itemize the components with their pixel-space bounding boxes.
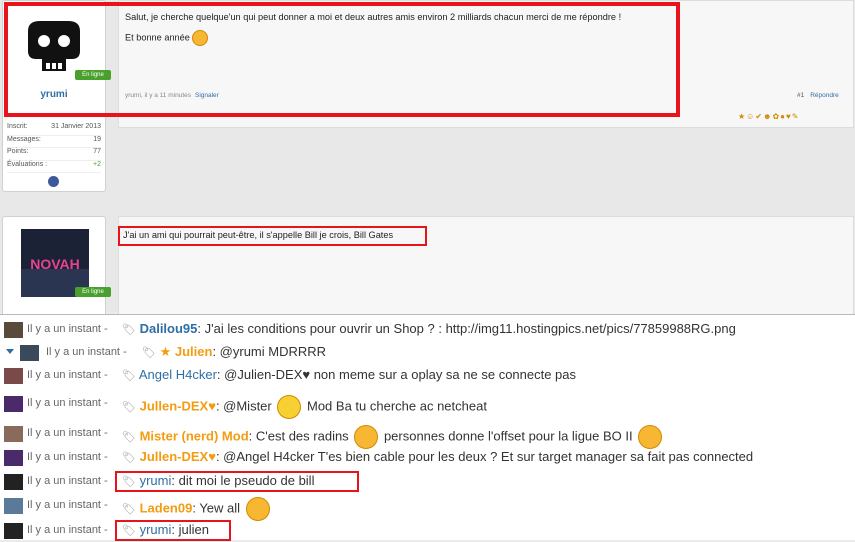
chat-row: Il y a un instant - 🏷 Jullen-DEX♥: @Mist… <box>0 393 855 419</box>
post-1: En ligne yrumi Inscrit: 31 Janvier 2013 M… <box>0 0 855 200</box>
chat-message: : @Julien-DEX♥ non meme sur a oplay sa n… <box>216 367 577 382</box>
highlight-box <box>4 2 680 117</box>
chat-message: : C'est des radins <box>248 428 349 444</box>
shocked-smiley-icon <box>245 497 270 521</box>
chat-message: : Yew all <box>192 500 241 516</box>
user-stats: Inscrit: 31 Janvier 2013 Messages: 19 Poin… <box>7 123 101 173</box>
reaction-icons[interactable]: ★☺✔☻✿●♥✎ <box>738 112 848 122</box>
avatar[interactable] <box>4 523 23 539</box>
chat-username[interactable]: Angel H4cker <box>139 367 217 382</box>
chat-row: Il y a un instant - 🏷 Laden09: Yew all <box>0 495 855 521</box>
stat-row: Inscrit: 31 Janvier 2013 <box>7 123 101 136</box>
user-info-box: NOVAH En ligne <box>2 216 111 318</box>
stat-label: Inscrit: <box>7 123 28 130</box>
chat-row: Il y a un instant - 🏷 Jullen-DEX♥: @Ange… <box>0 447 855 469</box>
avatar[interactable] <box>4 426 23 442</box>
stat-value: 31 Janvier 2013 <box>51 123 101 130</box>
chevron-down-icon[interactable] <box>6 349 14 354</box>
chat-username[interactable]: Dalilou95 <box>140 321 198 336</box>
chat-username[interactable]: Julien <box>175 344 213 359</box>
stat-label: Évaluations : <box>7 160 48 168</box>
nerd-smiley-icon <box>277 395 302 419</box>
highlight-box <box>115 520 231 541</box>
chat-row: Il y a un instant - 🏷 ★ Julien: @yrumi M… <box>0 342 855 364</box>
tag-icon: 🏷 <box>142 347 156 359</box>
tag-icon: 🏷 <box>122 324 136 336</box>
highlight-box <box>115 471 359 492</box>
tag-icon: 🏷 <box>122 452 136 464</box>
reply-link[interactable]: Répondre <box>810 92 839 99</box>
chat-message: : @Mister <box>215 398 272 414</box>
chat-username[interactable]: Jullen-DEX♥ <box>140 398 216 413</box>
avatar[interactable] <box>4 322 23 338</box>
stat-row: Points: 77 <box>7 148 101 161</box>
star-icon: ★ <box>159 344 172 359</box>
post-index[interactable]: #1 <box>797 92 804 99</box>
sad-smiley-icon <box>354 425 379 449</box>
chat-username[interactable]: Mister (nerd) Mod <box>140 428 249 443</box>
avatar[interactable] <box>4 396 23 412</box>
chat-message: : @Angel H4cker T'es bien cable pour les… <box>215 449 754 464</box>
tag-icon: 🏷 <box>122 431 136 444</box>
chat-row: Il y a un instant - 🏷 Angel H4cker: @Jul… <box>0 365 855 387</box>
chat-time: Il y a un instant - <box>27 397 108 409</box>
chat-time: Il y a un instant - <box>27 499 108 511</box>
chat-content: 🏷 Angel H4cker: @Julien-DEX♥ non meme su… <box>122 367 576 382</box>
chat-message: : J'ai les conditions pour ouvrir un Sho… <box>197 321 736 336</box>
chat-message: : @yrumi MDRRRR <box>212 344 327 359</box>
tag-icon: 🏷 <box>122 503 136 516</box>
stat-label: Messages: <box>7 135 41 143</box>
online-badge: En ligne <box>75 287 111 297</box>
chat-message: personnes donne l'offset pour la ligue B… <box>383 428 633 444</box>
chat-row: Il y a un instant - 🏷 Dalilou95: J'ai le… <box>0 319 855 341</box>
stat-row: Messages: 19 <box>7 135 101 148</box>
avatar[interactable] <box>4 474 23 490</box>
avatar[interactable] <box>4 498 23 514</box>
highlight-box <box>118 226 427 246</box>
avatar[interactable] <box>20 345 39 361</box>
chat-content: 🏷 ★ Julien: @yrumi MDRRRR <box>142 344 326 360</box>
post-number: #1 Répondre <box>797 92 839 99</box>
chat-username[interactable]: Jullen-DEX♥ <box>140 449 216 464</box>
avatar[interactable] <box>4 368 23 384</box>
chat-time: Il y a un instant - <box>27 524 108 536</box>
chat-time: Il y a un instant - <box>46 346 127 358</box>
stat-value: +2 <box>93 160 101 168</box>
chat-row: Il y a un instant - 🏷 Mister (nerd) Mod:… <box>0 423 855 449</box>
chat-time: Il y a un instant - <box>27 475 108 487</box>
forum-thread: En ligne yrumi Inscrit: 31 Janvier 2013 M… <box>0 0 855 318</box>
chat-content: 🏷 Laden09: Yew all <box>122 497 272 521</box>
avatar[interactable] <box>4 450 23 466</box>
globe-icon[interactable] <box>48 176 59 187</box>
stat-row: Évaluations : +2 <box>7 160 101 173</box>
stat-value: 19 <box>93 135 101 143</box>
tag-icon: 🏷 <box>122 370 136 382</box>
stat-value: 77 <box>93 148 101 155</box>
chat-time: Il y a un instant - <box>27 427 108 439</box>
chat-content: 🏷 Jullen-DEX♥: @Mister Mod Ba tu cherche… <box>122 395 487 419</box>
chat-message: Mod Ba tu cherche ac netcheat <box>307 398 487 414</box>
chat-content: 🏷 Mister (nerd) Mod: C'est des radins pe… <box>122 425 664 449</box>
tag-icon: 🏷 <box>122 401 136 414</box>
chat-content: 🏷 Dalilou95: J'ai les conditions pour ou… <box>122 321 736 336</box>
chat-time: Il y a un instant - <box>27 323 108 335</box>
stat-label: Points: <box>7 148 29 155</box>
chat-content: 🏷 Jullen-DEX♥: @Angel H4cker T'es bien c… <box>122 449 753 464</box>
chat-time: Il y a un instant - <box>27 451 108 463</box>
chat-username[interactable]: Laden09 <box>140 500 193 515</box>
avatar-text: NOVAH <box>30 256 80 272</box>
chatbox: Il y a un instant - 🏷 Dalilou95: J'ai le… <box>0 314 855 541</box>
chat-time: Il y a un instant - <box>27 369 108 381</box>
sad-smiley-icon <box>638 425 663 449</box>
